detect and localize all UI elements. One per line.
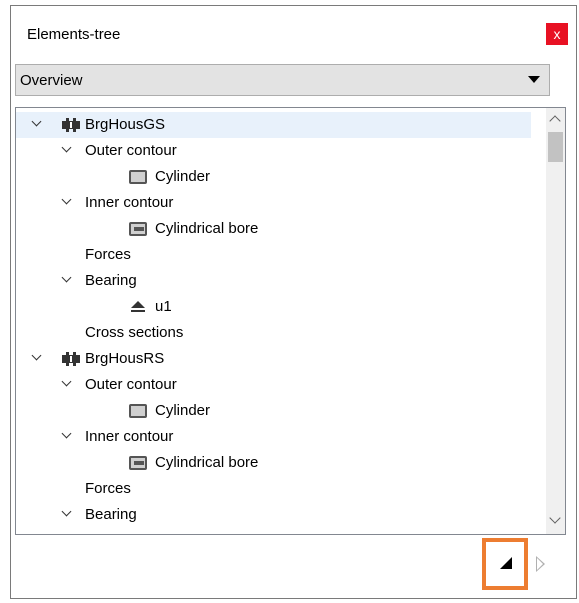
tree-item-label: Bearing [85,506,137,523]
scrollbar-thumb[interactable] [548,132,563,162]
highlighted-resize-handle[interactable] [482,538,528,590]
bearing-icon [131,301,145,312]
bore-icon [129,456,147,470]
housing-icon [62,352,80,366]
expand-chevron-icon[interactable] [31,346,45,372]
tree-item-label: Cylinder [155,168,211,185]
tree-item-label: Forces [85,246,131,263]
tree-item-label: Bearing [85,272,137,289]
tree-item[interactable]: BrgHousGS [16,112,531,138]
close-button[interactable]: x [546,23,568,45]
tree-item-label: Cylinder [155,402,211,419]
cylinder-icon [129,170,147,184]
tree-item[interactable]: Cross sections [16,320,531,346]
expand-chevron-icon[interactable] [61,138,75,164]
elements-tree[interactable]: BrgHousGS Outer contour Cylinder Inner c… [15,107,566,535]
housing-icon [62,118,80,132]
tree-item[interactable]: Inner contour [16,424,531,450]
dropdown-value: Overview [20,72,83,89]
expand-chevron-icon[interactable] [61,268,75,294]
tree-item-label: Inner contour [85,194,174,211]
expand-chevron-icon[interactable] [31,112,45,138]
tree-item[interactable]: Cylinder [16,164,531,190]
tree-item-label: Forces [85,480,131,497]
tree-item[interactable]: Cylindrical bore [16,450,531,476]
tree-item[interactable]: u1 [16,294,531,320]
tree-item[interactable]: Cylindrical bore [16,216,531,242]
expand-chevron-icon[interactable] [61,190,75,216]
scroll-up-icon[interactable] [549,115,561,127]
tree-item-label: BrgHousRS [85,350,165,367]
tree-item[interactable]: Bearing [16,502,531,528]
resize-grip-icon[interactable] [500,557,512,569]
tree-item[interactable]: Inner contour [16,190,531,216]
tree-item-label: Outer contour [85,142,177,159]
scroll-down-icon[interactable] [549,512,561,524]
expand-chevron-icon[interactable] [61,502,75,528]
tree-item-label: BrgHousGS [85,116,166,133]
chevron-down-icon[interactable] [528,76,540,83]
view-dropdown[interactable]: Overview [15,64,550,96]
vertical-scrollbar[interactable] [546,108,565,534]
cylinder-icon [129,404,147,418]
tree-item[interactable]: Forces [16,242,531,268]
tree-item-label: Cross sections [85,324,184,341]
tree-item-label: Cylindrical bore [155,454,259,471]
tree-item-label: Outer contour [85,376,177,393]
play-arrow-icon[interactable] [536,556,545,572]
tree-item[interactable]: Outer contour [16,372,531,398]
panel-title: Elements-tree [27,26,121,43]
expand-chevron-icon[interactable] [61,372,75,398]
tree-item[interactable]: Forces [16,476,531,502]
tree-item[interactable]: Outer contour [16,138,531,164]
tree-item[interactable]: BrgHousRS [16,346,531,372]
bore-icon [129,222,147,236]
tree-item[interactable]: Bearing [16,268,531,294]
tree-item-label: Cylindrical bore [155,220,259,237]
tree-item-label: u1 [155,298,172,315]
expand-chevron-icon[interactable] [61,424,75,450]
tree-item-label: Inner contour [85,428,174,445]
tree-item[interactable]: Cylinder [16,398,531,424]
